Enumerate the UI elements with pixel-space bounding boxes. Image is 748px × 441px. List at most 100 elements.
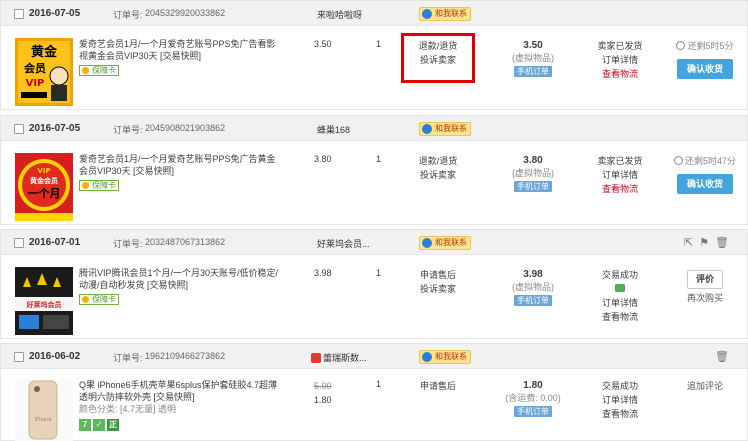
chat-icon [422, 352, 432, 362]
remaining-time: 还剩5时47分 [669, 154, 741, 168]
order-body: VIP 黄金会员 一个月 爱奇艺会员1月/一个月爱奇艺账号PPS免广告黄金会员V… [1, 141, 747, 225]
total-note: (虚拟物品) [512, 168, 554, 178]
complain-link[interactable]: 投诉卖家 [405, 168, 471, 182]
confirm-receipt-button[interactable]: 确认收货 [677, 59, 733, 79]
order-card: 2016-07-01 订单号: 2032487067313862 好莱坞会员..… [0, 229, 748, 339]
contact-seller-badge[interactable]: 和我联系 [419, 122, 471, 136]
guarantee-tag: 保障卡 [79, 180, 119, 191]
contact-seller-label: 和我联系 [435, 352, 467, 361]
shop-name[interactable]: 来啦哈啦呀 [317, 8, 362, 21]
status-text: 交易成功 [601, 381, 638, 391]
product-thumbnail[interactable]: VIP 黄金会员 一个月 [15, 153, 73, 221]
order-header: 2016-07-05 订单号: 2045908021903862 蜂巢168 和… [1, 115, 747, 141]
svg-text:VIP: VIP [26, 78, 45, 89]
order-number-label: 订单号: [113, 239, 143, 249]
svg-text:黄金会员: 黄金会员 [30, 176, 58, 185]
product-title[interactable]: 腾讯VIP腾讯会员1个月/一个月30天账号/低价稳定/动漫/自动秒发货 [交易快… [79, 267, 279, 305]
original-price: 5.00 [314, 381, 332, 391]
order-total: 3.80 (虚拟物品) 手机订单 [497, 154, 569, 193]
share-icon[interactable]: ⇱ [684, 237, 699, 249]
order-header: 2016-06-02 订单号: 1962109466273862 蕾瑞斯数...… [1, 343, 747, 369]
total-amount: 3.98 [523, 269, 543, 280]
order-date: 2016-07-01 [29, 237, 81, 248]
order-total: 3.98 (虚拟物品) 手机订单 [497, 268, 569, 307]
product-title[interactable]: 爱奇艺会员1月/一个月爱奇艺账号PPS免广告看影视黄金会员VIP30天 [交易快… [79, 38, 279, 76]
flag-icon[interactable]: ⚑ [699, 237, 715, 249]
mobile-order-badge: 手机订单 [514, 181, 552, 192]
seven-day-return-icon: 7 [79, 419, 91, 431]
svg-text:iPhone: iPhone [35, 417, 52, 423]
view-logistics-link[interactable]: 查看物流 [584, 182, 656, 196]
order-number: 2032487067313862 [145, 237, 226, 247]
order-status: 交易成功 订单详情 查看物流 [584, 379, 656, 421]
order-detail-link[interactable]: 订单详情 [584, 296, 656, 310]
product-thumbnail[interactable]: 好莱坞会员 [15, 267, 73, 335]
guarantee-tag: 保障卡 [79, 65, 119, 76]
total-note: (虚拟物品) [512, 282, 554, 292]
product-thumbnail[interactable]: iPhone [15, 379, 73, 441]
order-date: 2016-07-05 [29, 123, 81, 134]
after-sale-link[interactable]: 申请售后 [405, 379, 471, 393]
order-card: 2016-07-05 订单号: 2045329920033862 来啦哈啦呀 和… [0, 0, 748, 110]
append-review-link[interactable]: 追加评论 [669, 379, 741, 393]
after-sale-link[interactable]: 申请售后 [405, 268, 471, 282]
shop-name[interactable]: 蜂巢168 [317, 123, 350, 136]
unit-price: 3.98 [314, 268, 332, 278]
order-header: 2016-07-05 订单号: 2045329920033862 来啦哈啦呀 和… [1, 0, 747, 26]
product-variant: 颜色分类: [4.7无量] 透明 [79, 404, 177, 414]
buy-again-link[interactable]: 再次购买 [669, 291, 741, 305]
shop-name[interactable]: 蕾瑞斯数... [311, 351, 367, 364]
view-logistics-link[interactable]: 查看物流 [584, 407, 656, 421]
order-checkbox[interactable] [14, 9, 24, 19]
contact-seller-label: 和我联系 [435, 9, 467, 18]
review-button[interactable]: 评价 [687, 270, 723, 289]
chat-icon[interactable] [584, 282, 656, 296]
guarantee-icon: ✓ [93, 419, 105, 431]
status-text: 卖家已发货 [597, 41, 643, 51]
svg-text:会员: 会员 [24, 61, 46, 75]
order-total: 3.50 (虚拟物品) 手机订单 [497, 39, 569, 78]
order-actions: 还剩5时47分 确认收货 [669, 154, 741, 194]
order-card: 2016-06-02 订单号: 1962109466273862 蕾瑞斯数...… [0, 343, 748, 441]
refund-link[interactable]: 退款/退货 [405, 154, 471, 168]
shop-name[interactable]: 好莱坞会员... [317, 237, 370, 250]
confirm-receipt-button[interactable]: 确认收货 [677, 174, 733, 194]
after-sale-links: 申请售后 [405, 379, 471, 393]
mobile-order-badge: 手机订单 [514, 66, 552, 77]
order-date: 2016-07-05 [29, 8, 81, 19]
order-body: 黄金 会员 VIP 爱奇艺会员1月/一个月爱奇艺账号PPS免广告看影视黄金会员V… [1, 26, 747, 110]
order-checkbox[interactable] [14, 124, 24, 134]
order-total: 1.80 (含运费: 0.00) 手机订单 [497, 379, 569, 418]
remaining-time: 还剩5时5分 [669, 39, 741, 53]
order-body: 好莱坞会员 腾讯VIP腾讯会员1个月/一个月30天账号/低价稳定/动漫/自动秒发… [1, 255, 747, 339]
order-number: 1962109466273862 [145, 351, 226, 361]
order-number-label: 订单号: [113, 10, 143, 20]
order-detail-link[interactable]: 订单详情 [584, 53, 656, 67]
delete-icon[interactable]: 🗑 [715, 237, 735, 249]
order-checkbox[interactable] [14, 352, 24, 362]
view-logistics-link[interactable]: 查看物流 [584, 310, 656, 324]
order-status: 交易成功 订单详情 查看物流 [584, 268, 656, 324]
order-card: 2016-07-05 订单号: 2045908021903862 蜂巢168 和… [0, 115, 748, 225]
product-title[interactable]: Q果 iPhone6手机壳苹果6splus保护套硅胶4.7超薄透明六防摔软外壳 … [79, 379, 279, 431]
delete-icon[interactable]: 🗑 [715, 351, 735, 363]
order-detail-link[interactable]: 订单详情 [584, 168, 656, 182]
unit-price: 3.50 [314, 39, 332, 49]
chat-icon [422, 238, 432, 248]
order-checkbox[interactable] [14, 238, 24, 248]
product-title[interactable]: 爱奇艺会员1月/一个月爱奇艺账号PPS免广告黄金会员VIP30天 [交易快照] … [79, 153, 279, 191]
view-logistics-link[interactable]: 查看物流 [584, 67, 656, 81]
mobile-order-badge: 手机订单 [514, 295, 552, 306]
clock-icon [676, 41, 686, 50]
total-note: (含运费: 0.00) [505, 393, 561, 403]
complain-link[interactable]: 投诉卖家 [405, 282, 471, 296]
contact-seller-badge[interactable]: 和我联系 [419, 350, 471, 364]
total-note: (虚拟物品) [512, 53, 554, 63]
contact-seller-label: 和我联系 [435, 238, 467, 247]
order-detail-link[interactable]: 订单详情 [584, 393, 656, 407]
product-thumbnail[interactable]: 黄金 会员 VIP [15, 38, 73, 106]
contact-seller-badge[interactable]: 和我联系 [419, 7, 471, 21]
contact-seller-badge[interactable]: 和我联系 [419, 236, 471, 250]
quantity: 1 [376, 154, 382, 164]
svg-text:黄金: 黄金 [31, 44, 58, 60]
